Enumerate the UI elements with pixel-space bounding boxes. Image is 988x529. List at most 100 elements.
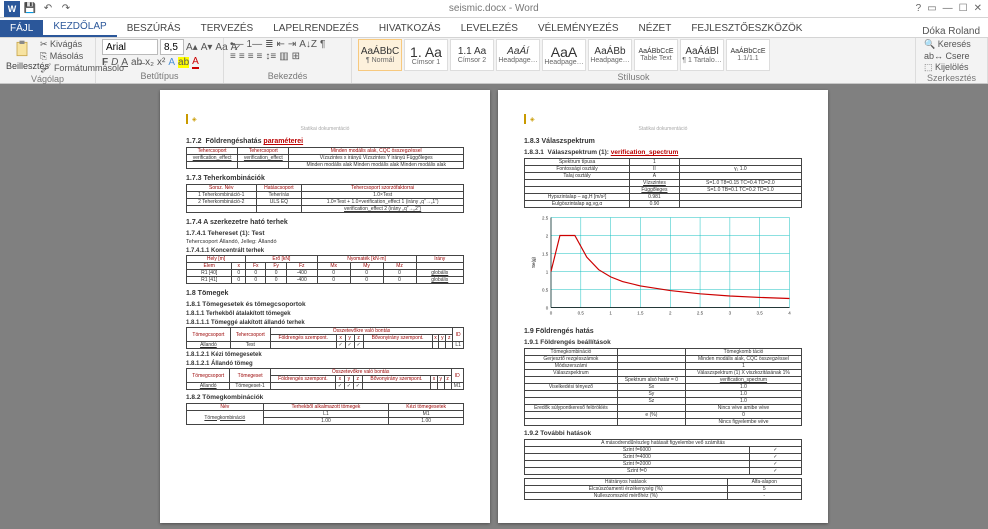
select-button[interactable]: ⬚ Kijelölés: [924, 62, 981, 73]
strike-icon[interactable]: ab̶: [131, 57, 142, 68]
style-item-5[interactable]: AaÁBbHeadpage…: [588, 39, 632, 71]
group-styles-label: Stílusok: [358, 72, 909, 83]
svg-text:Se(g): Se(g): [531, 257, 536, 269]
help-icon[interactable]: ?: [916, 3, 922, 14]
outdent-icon[interactable]: ⇤: [276, 39, 284, 50]
bold-icon[interactable]: F: [102, 57, 108, 68]
heading-1811: 1.8.1.1 Terhekből átalakított tömegek: [186, 311, 464, 317]
user-name: Dóka Roland: [922, 26, 988, 37]
svg-text:4: 4: [788, 311, 791, 316]
shrink-font-icon[interactable]: A▾: [201, 42, 213, 53]
paste-button[interactable]: Beillesztés: [6, 39, 38, 74]
borders-icon[interactable]: ⊞: [292, 51, 300, 62]
heading-18121: 1.8.1.2.1 Kézi tömegesetek: [186, 352, 464, 358]
font-name-input[interactable]: [102, 39, 158, 55]
tab-mailings[interactable]: LEVELEZÉS: [451, 20, 528, 37]
svg-text:0.5: 0.5: [578, 311, 585, 316]
highlight-icon[interactable]: ab: [178, 57, 189, 68]
word-icon: W: [4, 1, 20, 17]
close-icon[interactable]: ✕: [974, 3, 982, 14]
heading-18111: 1.8.1.1.1 Tömeggé alakított állandó terh…: [186, 320, 464, 326]
align-right-icon[interactable]: ≡: [248, 51, 254, 62]
tab-view[interactable]: NÉZET: [629, 20, 682, 37]
sort-icon[interactable]: A↓Z: [299, 39, 317, 50]
paste-label: Beillesztés: [6, 61, 38, 71]
heading-17411: 1.7.4.1.1 Koncentrált terhek: [186, 248, 464, 254]
group-font-label: Betűtípus: [102, 71, 217, 83]
style-item-8[interactable]: AaÁBbCcE1.1/1.1: [726, 39, 770, 71]
multilevel-icon[interactable]: ≣: [265, 39, 273, 50]
tab-references[interactable]: HIVATKOZÁS: [369, 20, 451, 37]
group-editing-label: Szerkesztés: [922, 73, 981, 83]
svg-text:1: 1: [546, 269, 549, 274]
document-canvas[interactable]: ◈ Statikai dokumentáció 1.7.2 Földrengés…: [0, 84, 988, 529]
table-1831: Spektrum típusa1 Fontossági osztályIIγ₁ …: [524, 158, 802, 208]
tab-design[interactable]: TERVEZÉS: [191, 20, 264, 37]
indent-icon[interactable]: ⇥: [288, 39, 296, 50]
font-size-input[interactable]: [160, 39, 184, 55]
response-spectrum-chart: 00.511.522.533.5400.511.522.5Se(g): [524, 212, 794, 322]
replace-button[interactable]: ab↔ Csere: [924, 51, 981, 61]
redo-icon[interactable]: ↷: [58, 1, 74, 17]
tab-layout[interactable]: LAPELRENDEZÉS: [263, 20, 369, 37]
tab-home[interactable]: KEZDŐLAP: [43, 18, 116, 37]
undo-icon[interactable]: ↶: [40, 1, 56, 17]
group-clipboard-label: Vágólap: [6, 74, 89, 84]
tab-file[interactable]: FÁJL: [0, 20, 43, 37]
numbering-icon[interactable]: 1—: [247, 39, 263, 50]
tab-review[interactable]: VÉLEMÉNYEZÉS: [528, 20, 629, 37]
heading-19: 1.9 Földrengés hatás: [524, 328, 802, 335]
svg-text:0.5: 0.5: [542, 287, 549, 292]
style-item-6[interactable]: AaÁBbCcETable Text: [634, 39, 678, 71]
table-18111: TömegcsoportTehercsoportÖsszetevőkre val…: [186, 327, 464, 349]
page-logo-icon: ◈: [192, 116, 197, 123]
tab-developer[interactable]: FEJLESZTŐESZKÖZÖK: [681, 20, 812, 37]
heading-182: 1.8.2 Tömegkombinációk: [186, 394, 464, 401]
align-center-icon[interactable]: ≡: [239, 51, 245, 62]
maximize-icon[interactable]: ☐: [959, 3, 968, 14]
page-header-text: Statikai dokumentáció: [524, 126, 802, 132]
page-logo-icon: ◈: [530, 116, 535, 123]
style-item-2[interactable]: 1.1 AaCímsor 2: [450, 39, 494, 71]
subscript-icon[interactable]: x₂: [145, 57, 154, 68]
table-17411: Hely [m]Erő [kN]Nyomaték [kN·m]Irány Ele…: [186, 255, 464, 284]
find-button[interactable]: 🔍 Keresés: [924, 39, 981, 50]
heading-174: 1.7.4 A szerkezetre ható terhek: [186, 219, 464, 226]
line-spacing-icon[interactable]: ↕≡: [265, 51, 276, 62]
ribbon-collapse-icon[interactable]: ▭: [927, 3, 936, 14]
style-item-3[interactable]: AaÁíHeadpage…: [496, 39, 540, 71]
page-right: ◈ Statikai dokumentáció 1.8.3 Válaszspek…: [498, 90, 828, 523]
style-item-1[interactable]: 1. AaCímsor 1: [404, 39, 448, 71]
table-192: A másodrendűrészleg hatásait figyelembe …: [524, 439, 802, 475]
svg-text:0: 0: [550, 311, 553, 316]
heading-1741: 1.7.4.1 Tehereset (1): Test: [186, 230, 464, 237]
save-icon[interactable]: 💾: [22, 1, 38, 17]
svg-text:2: 2: [546, 233, 549, 238]
text-effects-icon[interactable]: A: [168, 57, 175, 68]
align-left-icon[interactable]: ≡: [230, 51, 236, 62]
underline-icon[interactable]: A: [121, 57, 128, 68]
heading-18: 1.8 Tömegek: [186, 290, 464, 297]
bullets-icon[interactable]: •—: [230, 39, 244, 50]
minimize-icon[interactable]: —: [943, 3, 953, 14]
italic-icon[interactable]: D: [111, 57, 118, 68]
group-paragraph-label: Bekezdés: [230, 71, 345, 83]
svg-text:2.5: 2.5: [697, 311, 704, 316]
tab-insert[interactable]: BESZÚRÁS: [117, 20, 191, 37]
link-spectrum[interactable]: verification_spectrum: [611, 149, 679, 156]
superscript-icon[interactable]: x²: [157, 57, 165, 68]
style-item-4[interactable]: AaAHeadpage…: [542, 39, 586, 71]
style-item-7[interactable]: AaÁáBl¶ 1 Tartalo…: [680, 39, 724, 71]
justify-icon[interactable]: ≡: [257, 51, 263, 62]
shading-icon[interactable]: ▥: [279, 51, 288, 62]
heading-18122: 1.8.1.2.1 Állandó tömeg: [186, 361, 464, 367]
grow-font-icon[interactable]: A▴: [186, 42, 198, 53]
style-item-0[interactable]: AaÁBbC¶ Normál: [358, 39, 402, 71]
link-params[interactable]: paraméterei: [263, 138, 303, 145]
page-header-text: Statikai dokumentáció: [186, 126, 464, 132]
heading-173: 1.7.3 Teherkombinációk: [186, 175, 464, 182]
svg-text:2.5: 2.5: [542, 215, 549, 220]
font-color-icon[interactable]: A: [192, 56, 199, 69]
svg-text:2: 2: [669, 311, 672, 316]
show-marks-icon[interactable]: ¶: [320, 39, 325, 50]
